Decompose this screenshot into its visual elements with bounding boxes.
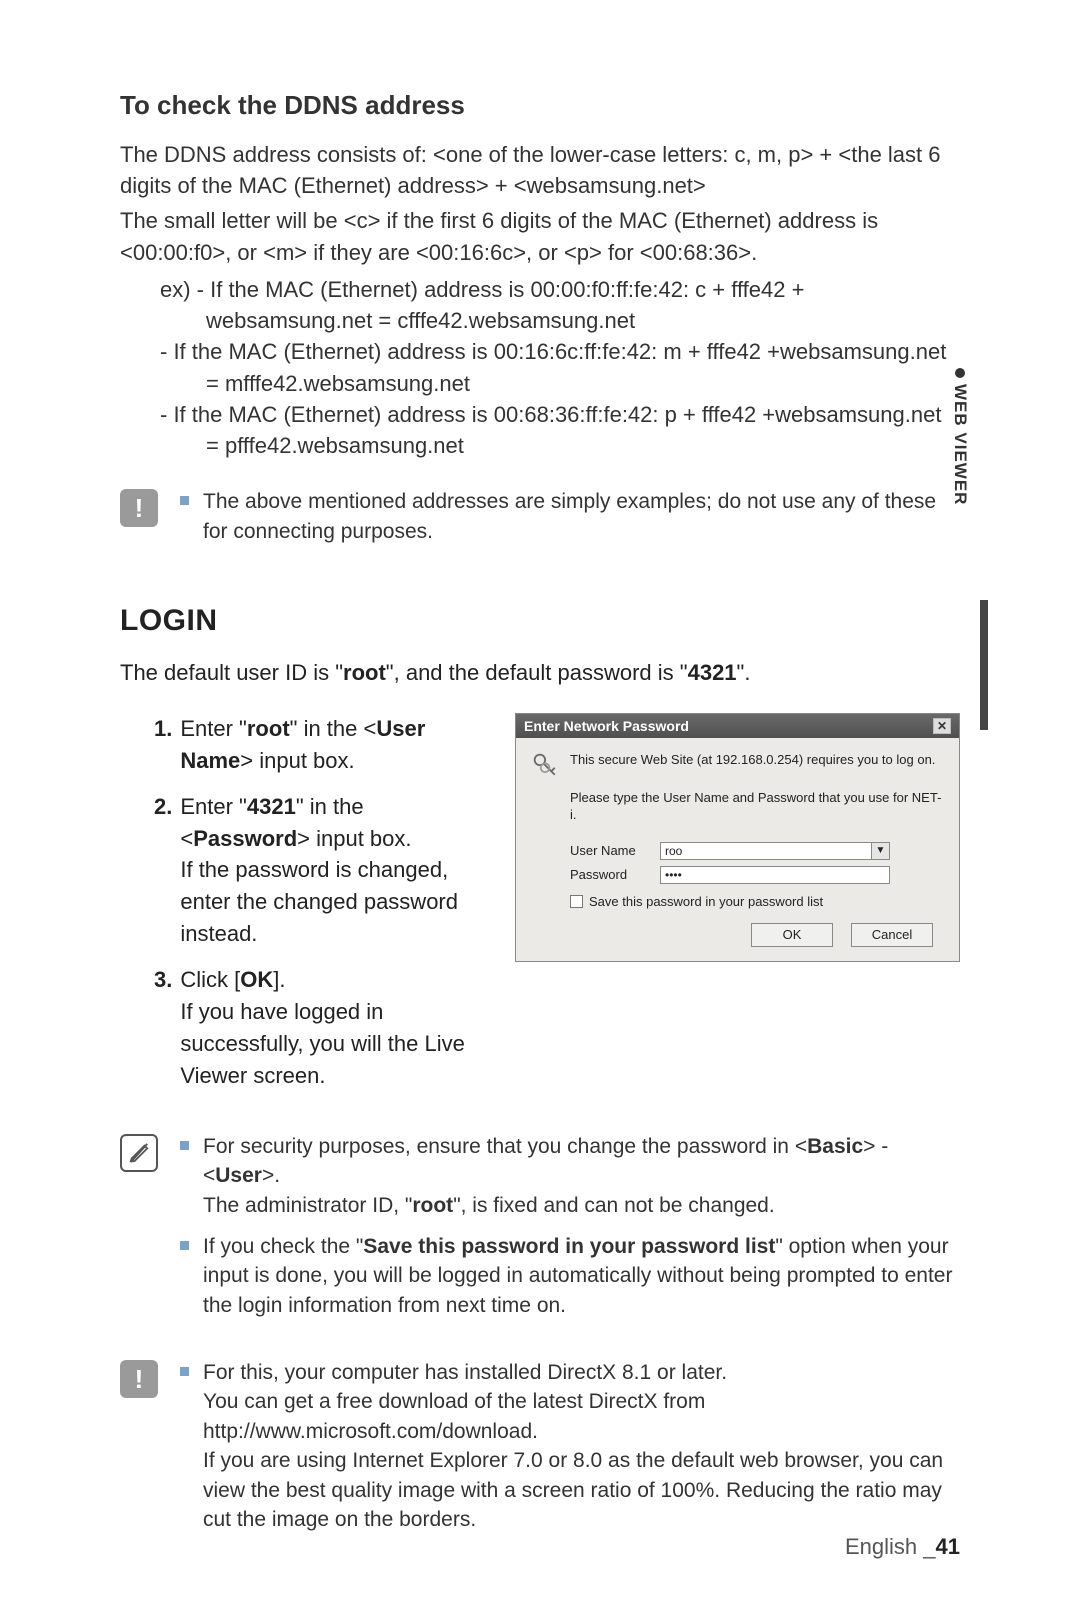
- side-tab: WEB VIEWER: [950, 368, 970, 505]
- square-bullet-icon: [180, 496, 189, 505]
- step-number: 1.: [154, 713, 172, 777]
- square-bullet-icon: [180, 1241, 189, 1250]
- footer-language: English _: [845, 1534, 936, 1559]
- square-bullet-icon: [180, 1141, 189, 1150]
- warning-icon: !: [120, 489, 158, 527]
- keys-icon: [532, 752, 560, 780]
- login-step-1: 1. Enter "root" in the <User Name> input…: [154, 713, 489, 777]
- login-step-3: 3. Click [OK]. If you have logged in suc…: [154, 964, 489, 1092]
- ddns-paragraph-1: The DDNS address consists of: <one of th…: [120, 139, 960, 201]
- ok-button[interactable]: OK: [751, 923, 833, 947]
- step-text: > input box.: [297, 826, 411, 851]
- login-heading: LOGIN: [120, 604, 960, 638]
- password-dialog: Enter Network Password ✕ This secure Web…: [515, 713, 960, 962]
- step-bold: OK: [240, 967, 273, 992]
- warning-icon: !: [120, 1360, 158, 1398]
- square-bullet-icon: [180, 1367, 189, 1376]
- ddns-example-1: ex) - If the MAC (Ethernet) address is 0…: [120, 274, 960, 336]
- step-text: Click [: [180, 967, 240, 992]
- password-input[interactable]: ••••: [660, 866, 890, 884]
- footer-page-number: 41: [936, 1534, 960, 1559]
- step-text: ].: [273, 967, 285, 992]
- password-label: Password: [570, 867, 650, 882]
- step-continuation: If you have logged in successfully, you …: [180, 996, 489, 1092]
- save-password-checkbox[interactable]: [570, 895, 583, 908]
- ddns-examples: ex) - If the MAC (Ethernet) address is 0…: [120, 274, 960, 461]
- ddns-example-3: - If the MAC (Ethernet) address is 00:68…: [160, 399, 960, 461]
- login-warning-text: For this, your computer has installed Di…: [203, 1358, 960, 1534]
- step-continuation: If the password is changed, enter the ch…: [180, 854, 489, 950]
- login-warning: ! For this, your computer has installed …: [120, 1358, 960, 1546]
- ddns-warning-text: The above mentioned addresses are simply…: [203, 487, 960, 546]
- username-label: User Name: [570, 843, 650, 858]
- step-text: " in the <: [290, 716, 377, 741]
- dialog-title-text: Enter Network Password: [524, 718, 689, 734]
- step-number: 2.: [154, 791, 172, 950]
- login-intro-root: root: [343, 660, 386, 685]
- note-text-1: For security purposes, ensure that you c…: [203, 1132, 960, 1220]
- login-intro-pw: 4321: [688, 660, 737, 685]
- chevron-down-icon[interactable]: ▼: [872, 842, 890, 860]
- side-tab-label: WEB VIEWER: [950, 384, 970, 505]
- step-text: Enter ": [180, 716, 247, 741]
- login-step-2: 2. Enter "4321" in the <Password> input …: [154, 791, 489, 950]
- note-text-2: If you check the "Save this password in …: [203, 1232, 960, 1320]
- side-bar-marker: [980, 600, 988, 730]
- save-password-label: Save this password in your password list: [589, 894, 823, 909]
- login-steps: 1. Enter "root" in the <User Name> input…: [120, 713, 489, 1106]
- login-intro-text: ", and the default password is ": [386, 660, 688, 685]
- ddns-paragraph-2: The small letter will be <c> if the firs…: [120, 205, 960, 267]
- cancel-button[interactable]: Cancel: [851, 923, 933, 947]
- login-intro-text: The default user ID is ": [120, 660, 343, 685]
- dialog-message: This secure Web Site (at 192.168.0.254) …: [570, 752, 943, 769]
- step-number: 3.: [154, 964, 172, 1092]
- step-text: > input box.: [240, 748, 354, 773]
- note-icon: [120, 1134, 158, 1172]
- username-input[interactable]: roo: [660, 842, 872, 860]
- login-intro-text: ".: [737, 660, 751, 685]
- dialog-titlebar: Enter Network Password ✕: [516, 714, 959, 738]
- ddns-heading: To check the DDNS address: [120, 90, 960, 121]
- step-text: Enter ": [180, 794, 247, 819]
- ddns-warning: ! The above mentioned addresses are simp…: [120, 487, 960, 558]
- ddns-example-2: - If the MAC (Ethernet) address is 00:16…: [160, 336, 960, 398]
- step-bold: 4321: [247, 794, 296, 819]
- login-note: For security purposes, ensure that you c…: [120, 1132, 960, 1332]
- page-footer: English _41: [845, 1534, 960, 1560]
- step-bold: root: [247, 716, 290, 741]
- login-intro: The default user ID is "root", and the d…: [120, 658, 960, 689]
- close-icon[interactable]: ✕: [933, 718, 951, 734]
- step-bold: Password: [193, 826, 297, 851]
- dialog-subtext: Please type the User Name and Password t…: [570, 790, 943, 824]
- bullet-icon: [955, 368, 965, 378]
